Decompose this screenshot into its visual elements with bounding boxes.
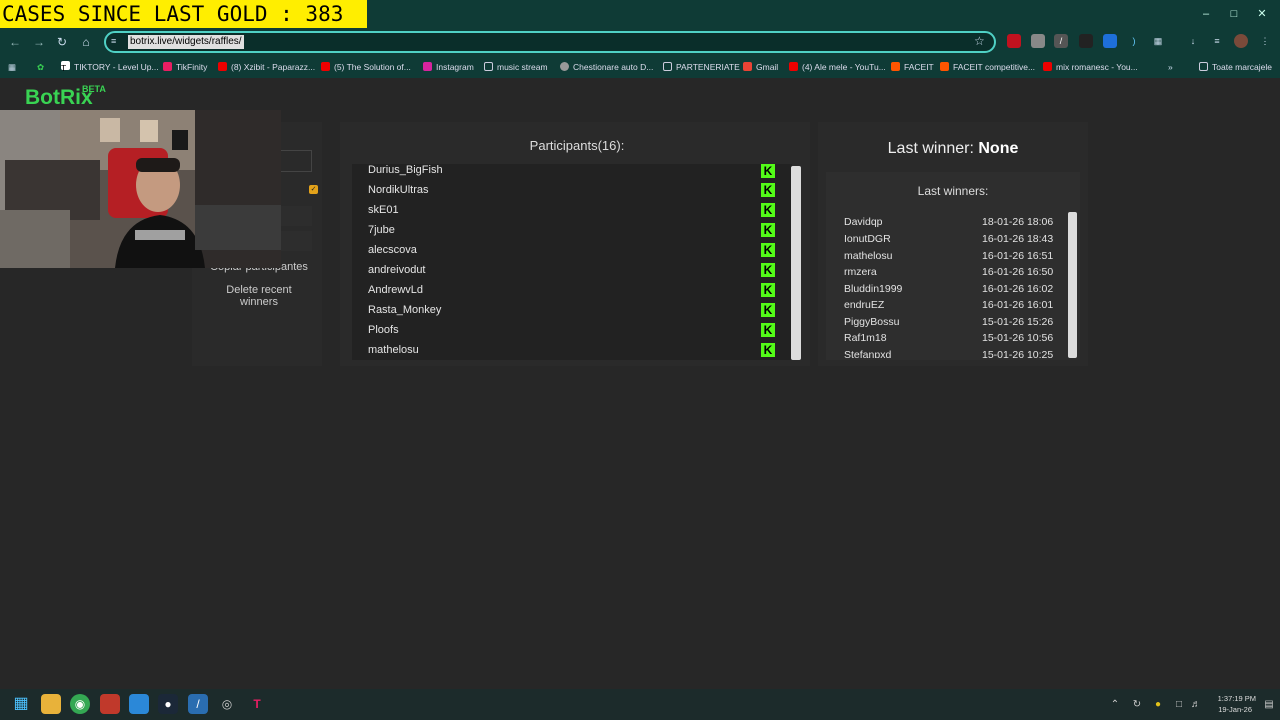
home-icon[interactable]: ⌂ [77,33,95,51]
bookmark-item[interactable]: FACEIT competitive... [940,60,1035,74]
clock-time[interactable]: 1:37:19 PM [1206,694,1256,703]
winner-row: Stefanpxd 15-01-26 10:25 [844,349,1054,358]
more-bookmarks-icon[interactable]: » [1168,60,1173,74]
participant-row[interactable]: Rasta_Monkey [368,304,441,324]
kick-icon: K [761,203,775,217]
forward-icon[interactable]: → [30,33,48,51]
last-winner-heading: Last winner: None [887,140,1019,157]
participant-row[interactable]: AndrewvLd [368,284,423,304]
app-icon[interactable] [100,694,120,714]
kick-icon: K [761,223,775,237]
winners-history-title: Last winners: [917,184,989,198]
kick-icon: K [761,343,775,357]
kick-icon: K [761,303,775,317]
file-explorer-icon[interactable] [41,694,61,714]
chrome-icon[interactable]: ◉ [70,694,90,714]
bookmark-item[interactable]: T TIKTORY - Level Up... [61,60,159,74]
participant-row[interactable]: Durius_BigFish [368,164,443,184]
profile-avatar-icon[interactable] [1234,34,1248,48]
extension-icon[interactable] [1079,34,1093,48]
address-url[interactable]: botrix.live/widgets/raffles/ [128,35,244,49]
extension-icon[interactable] [1031,34,1045,48]
kick-icon: K [761,323,775,337]
media-icon[interactable]: ≡ [1210,34,1224,48]
participant-row[interactable]: Ploofs [368,324,399,344]
restore-icon[interactable]: □ [1226,6,1242,22]
stream-overlay-banner: CASES SINCE LAST GOLD : 383 [0,0,367,28]
kick-icon: K [761,164,775,178]
participant-row[interactable]: skE01 [368,204,399,224]
participants-title: Participants(16): [529,138,625,153]
start-icon[interactable]: ▦ [11,694,31,714]
bookmark-item[interactable]: mix romanesc - You... [1043,60,1138,74]
winner-row: rmzera 16-01-26 16:50 [844,266,1054,278]
menu-icon[interactable]: ⋮ [1258,34,1272,48]
bookmark-folder[interactable]: Toate marcajele [1199,60,1272,74]
bookmark-item[interactable]: (4) Ale mele - YouTu... [789,60,886,74]
obs-icon[interactable]: ◎ [217,694,237,714]
back-icon[interactable]: ← [6,33,24,51]
bookmark-star-icon[interactable]: ☆ [974,34,985,48]
network-icon[interactable]: □ [1172,698,1186,712]
participant-row[interactable]: mathelosu [368,344,419,360]
site-info-icon[interactable]: ≡ [111,36,116,46]
last-winner-value: None [978,140,1019,157]
winner-row: mathelosu 16-01-26 16:51 [844,250,1054,262]
participant-row[interactable]: 7jube [368,224,395,244]
winner-row: Bluddin1999 16-01-26 16:02 [844,283,1054,295]
sync-icon[interactable]: ↻ [1130,698,1144,712]
participant-row[interactable]: alecscova [368,244,417,264]
download-icon[interactable]: ↓ [1186,34,1200,48]
bookmark-item[interactable]: FACEIT [891,60,934,74]
close-icon[interactable]: ✕ [1254,6,1270,22]
bookmark-item[interactable]: (8) Xzibit - Paparazz... [218,60,315,74]
winner-row: endruEZ 16-01-26 16:01 [844,299,1054,311]
bookmark-folder[interactable]: PARTENERIATE [663,60,740,74]
extension-icon[interactable] [1103,34,1117,48]
bookmark-item[interactable]: Instagram [423,60,474,74]
clock-date[interactable]: 19-Jan-26 [1206,705,1252,714]
notifications-icon[interactable]: ▤ [1262,698,1276,712]
beta-badge: BETA [82,84,106,94]
steam-icon[interactable]: ● [158,694,178,714]
kick-icon: K [761,283,775,297]
tikfinity-icon[interactable]: T [247,694,267,714]
extension-icon[interactable]: / [1054,34,1068,48]
extension-icon[interactable]: ) [1127,34,1141,48]
microphone-icon[interactable]: ● [1151,698,1165,712]
volume-icon[interactable]: ♬ [1189,698,1203,712]
winners-list[interactable]: Davidqp 18-01-26 18:06 IonutDGR 16-01-26 1… [832,212,1066,358]
bookmark-item[interactable]: (5) The Solution of... [321,60,411,74]
apps-icon[interactable]: ▦ [8,60,16,74]
delete-recent-winners-button[interactable]: Delete recent winners [206,282,312,314]
winner-row: Raf1m18 15-01-26 10:56 [844,332,1054,344]
participants-list[interactable]: Durius_BigFish K NordikUltras K skE01 K … [352,164,792,360]
participants-scrollbar[interactable] [791,166,801,360]
bookmark-item[interactable]: Chestionare auto D... [560,60,653,74]
app-icon[interactable]: / [188,694,208,714]
bookmark-folder[interactable]: music stream [484,60,548,74]
kick-icon: K [761,183,775,197]
photos-icon[interactable] [129,694,149,714]
participant-row[interactable]: andreivodut [368,264,426,284]
bookmark-item[interactable]: Gmail [743,60,778,74]
winner-row: Davidqp 18-01-26 18:06 [844,216,1054,228]
participant-row[interactable]: NordikUltras [368,184,429,204]
kick-icon: K [761,243,775,257]
option-checkbox[interactable]: ✓ [309,185,318,194]
extensions-puzzle-icon[interactable]: ▦ [1151,34,1165,48]
winner-row: PiggyBossu 15-01-26 15:26 [844,316,1054,328]
reload-icon[interactable]: ↻ [53,33,71,51]
webcam-overlay [0,110,281,268]
extension-icon[interactable] [1007,34,1021,48]
bookmark-item[interactable]: TikFinity [163,60,207,74]
winner-row: IonutDGR 16-01-26 18:43 [844,233,1054,245]
bookmark-icon[interactable]: ✿ [37,60,44,74]
winners-scrollbar[interactable] [1068,212,1077,358]
kick-icon: K [761,263,775,277]
minimize-icon[interactable]: – [1198,6,1214,22]
show-hidden-icons-icon[interactable]: ⌃ [1108,698,1122,712]
